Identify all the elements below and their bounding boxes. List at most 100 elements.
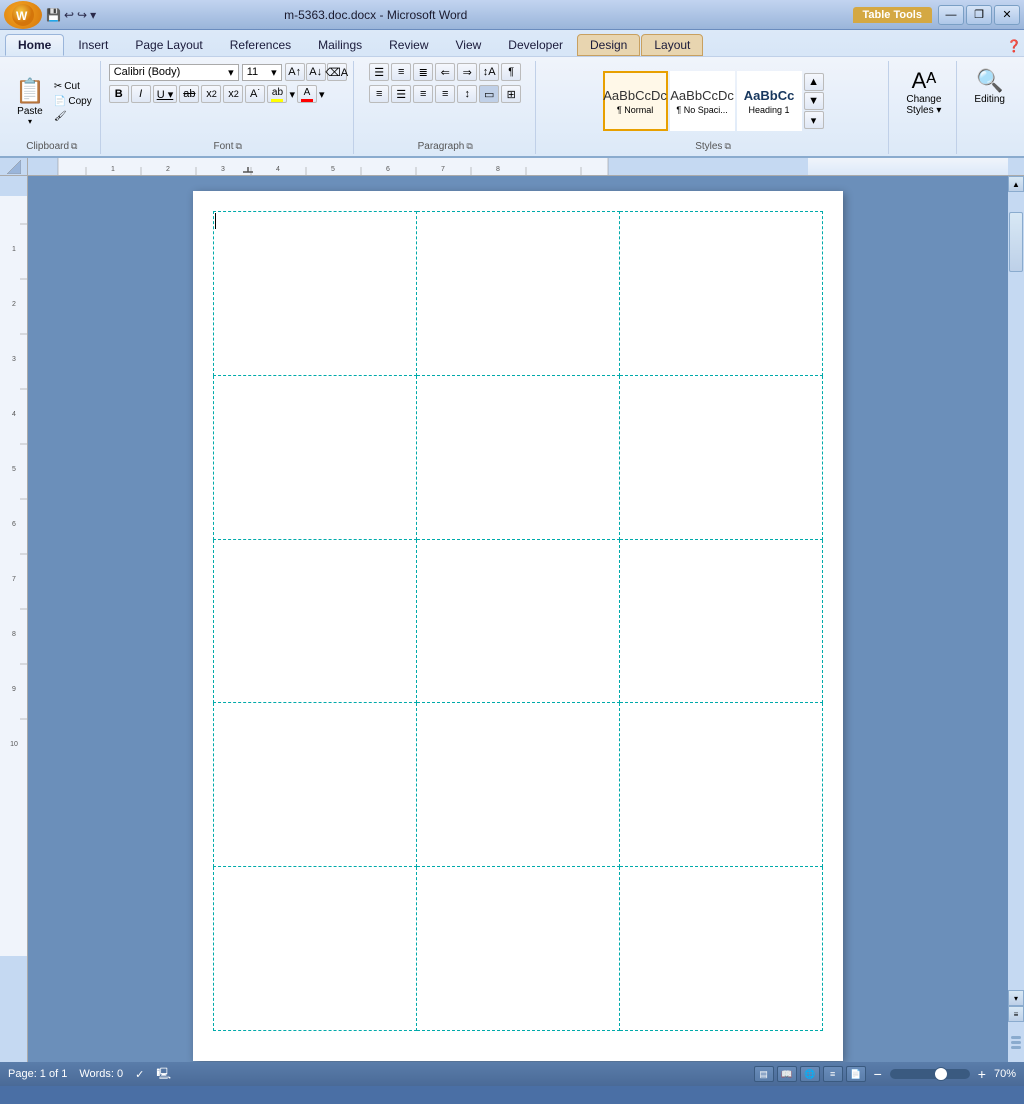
scroll-thumb[interactable] [1009,212,1023,272]
horizontal-ruler[interactable]: 1 2 3 4 5 6 7 8 [28,158,1008,176]
minimize-button[interactable]: — [938,5,964,25]
vertical-scrollbar[interactable]: ▲ ▾ ≡ [1008,176,1024,1062]
justify-button[interactable]: ≡ [435,85,455,103]
font-size-select[interactable]: 11 ▾ [242,64,282,81]
style-normal[interactable]: AaBbCcDc ¶ Normal [603,71,668,131]
restore-button[interactable]: ❐ [966,5,992,25]
redo-icon[interactable]: ↪ [77,8,87,22]
tab-view[interactable]: View [443,34,495,56]
document[interactable] [193,191,843,1061]
font-color-dropdown[interactable]: ▾ [319,88,325,101]
numbering-button[interactable]: ≡ [391,63,411,81]
line-spacing-button[interactable]: ↕ [457,85,477,103]
style-heading1[interactable]: AaBbCc Heading 1 [737,71,802,131]
table-cell[interactable] [417,212,620,376]
spell-check-indicator[interactable]: ✓ [135,1068,144,1081]
highlight-dropdown[interactable]: ▾ [289,88,295,101]
text-effects-button[interactable]: A˙ [245,85,265,103]
table-cell[interactable] [417,539,620,703]
cut-button[interactable]: ✂ Cut [52,80,94,93]
table-cell[interactable] [620,867,823,1031]
resize-handle[interactable] [1011,1036,1021,1039]
paragraph-expand[interactable]: ⧉ [466,141,472,152]
table-cell[interactable] [620,539,823,703]
increase-font-size-button[interactable]: A↑ [285,63,305,81]
save-icon[interactable]: 💾 [46,8,61,22]
office-button[interactable]: W [4,1,42,29]
draft-button[interactable]: 📄 [846,1066,866,1082]
bullets-button[interactable]: ☰ [369,63,389,81]
help-button[interactable]: ❓ [1004,36,1024,56]
web-layout-button[interactable]: 🌐 [800,1066,820,1082]
zoom-in-button[interactable]: + [978,1066,986,1082]
undo-icon[interactable]: ↩ [64,8,74,22]
zoom-thumb[interactable] [934,1067,948,1081]
tab-developer[interactable]: Developer [495,34,576,56]
vertical-ruler[interactable]: 1 2 3 4 5 6 7 8 9 10 [0,176,28,1062]
sort-button[interactable]: ↕A [479,63,499,81]
styles-more-button[interactable]: ▾ [804,111,824,129]
table-cell[interactable] [214,375,417,539]
align-left-button[interactable]: ≡ [369,85,389,103]
tab-mailings[interactable]: Mailings [305,34,375,56]
clipboard-expand[interactable]: ⧉ [71,141,77,152]
decrease-indent-button[interactable]: ⇐ [435,63,455,81]
quick-access-dropdown[interactable]: ▾ [90,8,96,22]
increase-indent-button[interactable]: ⇒ [457,63,477,81]
ruler-corner[interactable] [0,158,28,176]
tab-review[interactable]: Review [376,34,441,56]
font-family-dropdown[interactable]: ▾ [228,66,234,79]
align-center-button[interactable]: ☰ [391,85,411,103]
strikethrough-button[interactable]: ab [179,85,199,103]
zoom-level[interactable]: 70% [994,1068,1016,1080]
scroll-bottom-button[interactable]: ≡ [1008,1006,1024,1022]
table-cell[interactable] [620,703,823,867]
font-size-dropdown[interactable]: ▾ [271,66,277,79]
subscript-button[interactable]: x2 [201,85,221,103]
resize-handle[interactable] [1011,1041,1021,1044]
tab-design[interactable]: Design [577,34,640,56]
font-expand[interactable]: ⧉ [235,141,241,152]
scroll-track[interactable] [1008,192,1024,990]
tab-insert[interactable]: Insert [65,34,121,56]
superscript-button[interactable]: x2 [223,85,243,103]
resize-handle[interactable] [1011,1046,1021,1049]
copy-button[interactable]: 📄 Copy [52,95,94,108]
table-cell[interactable] [214,703,417,867]
bold-button[interactable]: B [109,85,129,103]
document-area[interactable] [28,176,1008,1062]
underline-button[interactable]: U ▾ [153,85,178,103]
table-cell[interactable] [417,375,620,539]
styles-expand[interactable]: ⧉ [724,141,730,152]
full-reading-button[interactable]: 📖 [777,1066,797,1082]
styles-scroll-down[interactable]: ▼ [804,92,824,110]
table-cell[interactable] [620,375,823,539]
print-layout-button[interactable]: ▤ [754,1066,774,1082]
font-family-select[interactable]: Calibri (Body) ▾ [109,64,239,81]
zoom-out-button[interactable]: − [874,1066,882,1082]
editing-button[interactable]: 🔍 Editing [965,63,1014,110]
tab-references[interactable]: References [217,34,304,56]
format-painter-button[interactable]: 🖌 [52,110,94,123]
table-cell[interactable] [620,212,823,376]
clear-formatting-button[interactable]: ⌫A [327,63,347,81]
multilevel-list-button[interactable]: ≣ [413,63,433,81]
table-cell[interactable] [214,539,417,703]
table-cell[interactable] [417,867,620,1031]
font-color-button[interactable]: A [297,85,317,103]
shading-button[interactable]: ▭ [479,85,499,103]
outline-button[interactable]: ≡ [823,1066,843,1082]
show-hide-button[interactable]: ¶ [501,63,521,81]
document-table[interactable] [213,211,823,1031]
table-cell[interactable] [214,867,417,1031]
highlight-color-button[interactable]: ab [267,85,287,103]
align-right-button[interactable]: ≡ [413,85,433,103]
borders-button[interactable]: ⊞ [501,85,521,103]
tab-layout[interactable]: Layout [641,34,703,56]
tab-page-layout[interactable]: Page Layout [122,34,215,56]
decrease-font-size-button[interactable]: A↓ [306,63,326,81]
style-no-spacing[interactable]: AaBbCcDc ¶ No Spaci... [670,71,735,131]
scroll-down-button[interactable]: ▾ [1008,990,1024,1006]
scroll-up-button[interactable]: ▲ [1008,176,1024,192]
paste-dropdown[interactable]: ▾ [28,117,32,126]
